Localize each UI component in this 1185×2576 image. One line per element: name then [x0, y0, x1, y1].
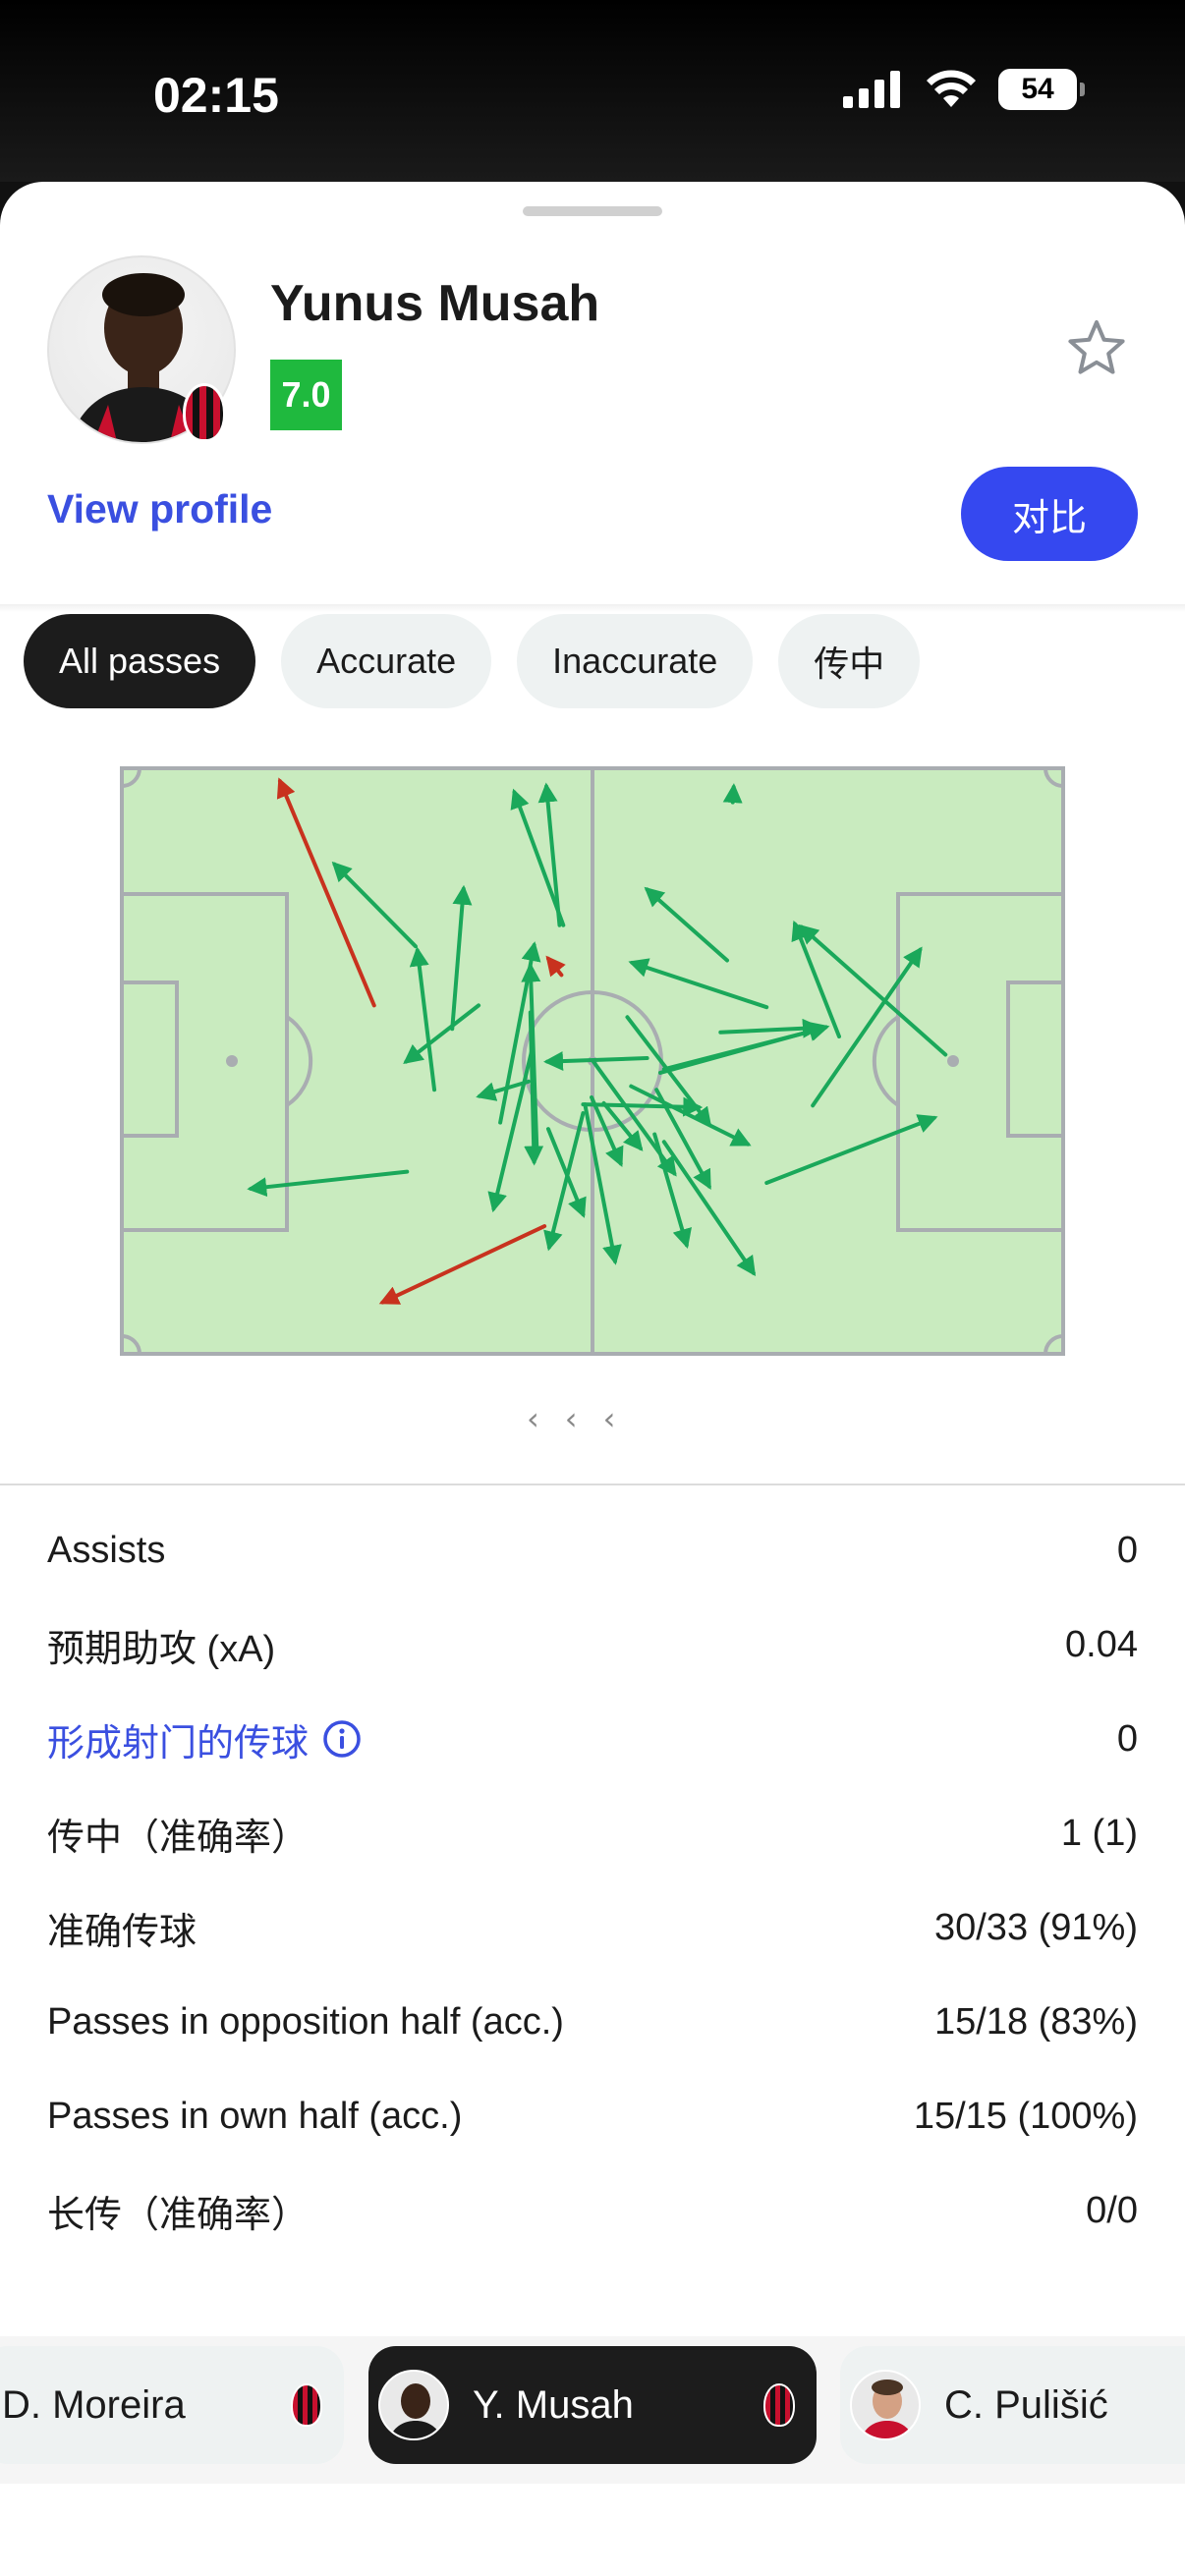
- stat-row-accurate-passes: 准确传球 30/33 (91%): [47, 1880, 1138, 1975]
- wifi-icon: [927, 70, 976, 107]
- club-badge-icon: [763, 2383, 795, 2427]
- chip-crosses[interactable]: 传中: [778, 614, 921, 708]
- player-name: Yunus Musah: [270, 275, 600, 332]
- player-card-name: C. Pulišić: [944, 2382, 1108, 2427]
- chip-inaccurate[interactable]: Inaccurate: [517, 614, 754, 708]
- player-avatar-small: [378, 2370, 449, 2440]
- stat-row-opposition-half: Passes in opposition half (acc.) 15/18 (…: [47, 1975, 1138, 2069]
- stat-label: 准确传球: [47, 1911, 198, 1953]
- stat-row-assists: Assists 0: [47, 1503, 1138, 1597]
- stat-label: Passes in own half (acc.): [47, 2095, 463, 2137]
- chevron-left-icon: ‹: [564, 1400, 578, 1437]
- player-card-moreira[interactable]: D. Moreira: [0, 2346, 344, 2464]
- club-badge-icon: [291, 2383, 322, 2427]
- battery-indicator: 54: [998, 69, 1085, 110]
- stat-label: 传中（准确率）: [47, 1817, 310, 1859]
- stat-value: 0.04: [1065, 1623, 1138, 1665]
- pass-map: [120, 766, 1065, 1356]
- stat-label: Passes in opposition half (acc.): [47, 2000, 564, 2043]
- player-card-name: Y. Musah: [473, 2382, 634, 2427]
- view-profile-link[interactable]: View profile: [47, 486, 272, 532]
- player-sheet: Yunus Musah 7.0 View profile 对比 All pass…: [0, 182, 1185, 2576]
- player-avatar-small: [850, 2370, 921, 2440]
- pitch-pager[interactable]: ‹ ‹ ‹: [527, 1400, 615, 1437]
- pass-arrow-accurate: [722, 783, 743, 805]
- player-card-musah[interactable]: Y. Musah: [368, 2346, 817, 2464]
- header-divider: [0, 604, 1185, 612]
- stat-label: 预期助攻 (xA): [47, 1628, 276, 1670]
- chip-accurate[interactable]: Accurate: [281, 614, 492, 708]
- stat-value: 0: [1116, 1717, 1138, 1760]
- pitch-svg: [120, 766, 1065, 1356]
- status-bar: 02:15 54: [0, 0, 1185, 182]
- status-time: 02:15: [153, 68, 279, 123]
- player-card-name: D. Moreira: [2, 2382, 186, 2427]
- chevron-left-icon: ‹: [602, 1400, 616, 1437]
- stat-value: 30/33 (91%): [933, 1906, 1138, 1948]
- pass-filter-chips: All passes Accurate Inaccurate 传中: [24, 614, 921, 708]
- chip-all-passes[interactable]: All passes: [24, 614, 256, 708]
- stat-value: 15/18 (83%): [933, 2000, 1138, 2043]
- player-rating-badge: 7.0: [270, 360, 342, 430]
- stat-row-shot-assists[interactable]: 形成射门的传球 0: [47, 1692, 1138, 1786]
- info-icon[interactable]: [322, 1719, 362, 1759]
- stat-value: 0/0: [1086, 2189, 1138, 2231]
- stat-label: 长传（准确率）: [47, 2194, 310, 2236]
- stat-value: 0: [1116, 1529, 1138, 1571]
- stat-label-link[interactable]: 形成射门的传球: [47, 1712, 362, 1766]
- player-card-pulisic[interactable]: C. Pulišić: [840, 2346, 1185, 2464]
- signal-icon: [843, 71, 900, 108]
- stat-row-xa: 预期助攻 (xA) 0.04: [47, 1597, 1138, 1692]
- passing-stats-list: Assists 0 预期助攻 (xA) 0.04 形成射门的传球 0 传中（准确…: [47, 1503, 1138, 2258]
- home-indicator-area: [0, 2484, 1185, 2576]
- stat-label: Assists: [47, 1529, 166, 1571]
- stat-row-long-balls: 长传（准确率） 0/0: [47, 2163, 1138, 2258]
- stat-value: 15/15 (100%): [913, 2095, 1138, 2137]
- stat-value: 1 (1): [1060, 1812, 1138, 1854]
- sheet-grabber[interactable]: [523, 206, 662, 216]
- stat-row-own-half: Passes in own half (acc.) 15/15 (100%): [47, 2069, 1138, 2163]
- chevron-left-icon: ‹: [527, 1400, 539, 1437]
- club-badge-icon: [183, 383, 226, 442]
- compare-button[interactable]: 对比: [961, 467, 1138, 561]
- stat-label-text: 形成射门的传球: [47, 1722, 310, 1764]
- status-icons: 54: [843, 69, 1085, 110]
- player-switcher: D. Moreira Y. Musah C. Pulišić: [0, 2336, 1185, 2484]
- section-divider: [0, 1484, 1185, 1485]
- stat-row-crosses: 传中（准确率） 1 (1): [47, 1786, 1138, 1880]
- favorite-star-icon[interactable]: [1065, 317, 1128, 380]
